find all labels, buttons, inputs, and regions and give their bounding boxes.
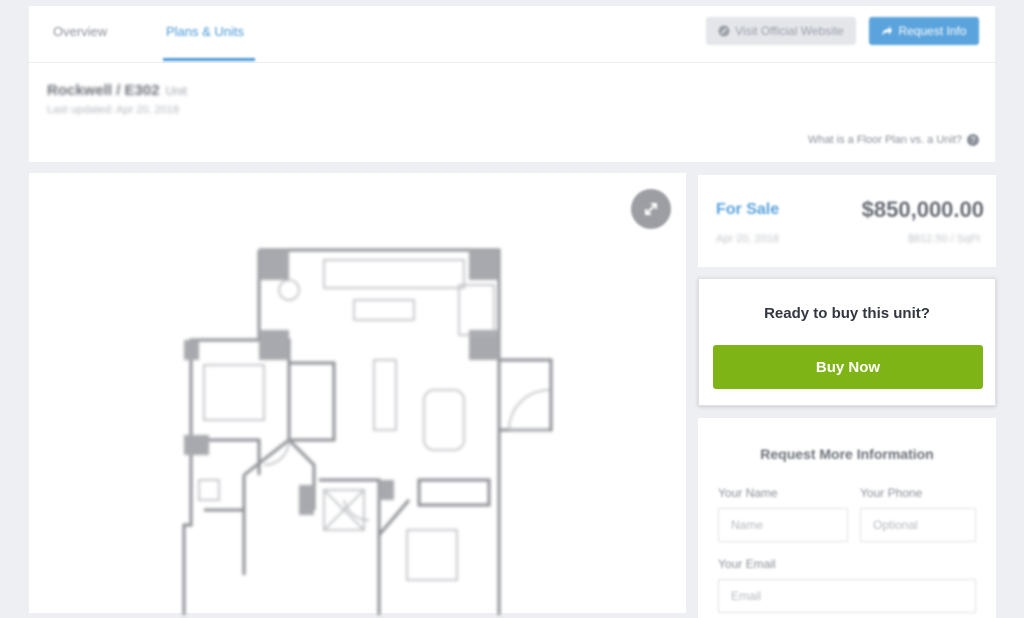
unit-title: Rockwell / E302 Unit xyxy=(47,82,187,99)
name-field[interactable]: Name xyxy=(718,508,848,542)
buy-now-button[interactable]: Buy Now xyxy=(713,345,983,389)
tab-bar: Overview Plans & Units Visit Official We… xyxy=(29,6,995,63)
price-per-sqft: $812.50 / SqFt xyxy=(907,233,980,245)
request-info-card: Request More Information Your Name Your … xyxy=(698,418,996,618)
tab-plans-units[interactable]: Plans & Units xyxy=(166,24,244,39)
request-info-label: Request Info xyxy=(898,24,967,38)
share-arrow-icon xyxy=(882,26,893,35)
unit-title-suffix: Unit xyxy=(165,84,187,98)
email-field[interactable]: Email xyxy=(718,579,976,613)
unit-name: Rockwell / E302 xyxy=(47,82,160,99)
link-icon xyxy=(718,25,730,37)
tab-overview[interactable]: Overview xyxy=(53,24,107,39)
expand-icon xyxy=(645,203,657,215)
visit-website-button[interactable]: Visit Official Website xyxy=(706,17,856,45)
buy-question: Ready to buy this unit? xyxy=(764,305,930,322)
question-icon: ? xyxy=(967,134,979,146)
request-info-button[interactable]: Request Info xyxy=(869,17,979,45)
buy-card: Ready to buy this unit? Buy Now xyxy=(698,278,996,406)
price-card: For Sale $850,000.00 Apr 20, 2018 $812.5… xyxy=(698,175,996,267)
name-label: Your Name xyxy=(718,486,778,500)
unit-price: $850,000.00 xyxy=(861,197,984,222)
email-label: Your Email xyxy=(718,557,776,571)
visit-website-label: Visit Official Website xyxy=(735,24,844,38)
price-date: Apr 20, 2018 xyxy=(716,233,779,245)
last-updated: Last updated: Apr 20, 2018 xyxy=(47,104,180,116)
active-tab-indicator xyxy=(163,58,255,61)
floor-plan-card xyxy=(29,173,686,615)
floor-plan-help-label: What is a Floor Plan vs. a Unit? xyxy=(807,134,962,146)
sale-status: For Sale xyxy=(716,201,780,218)
floor-plan-image xyxy=(182,248,553,615)
phone-label: Your Phone xyxy=(860,486,923,500)
expand-button[interactable] xyxy=(631,189,671,229)
phone-field[interactable]: Optional xyxy=(860,508,976,542)
floor-plan-help-link[interactable]: What is a Floor Plan vs. a Unit? ? xyxy=(808,134,979,146)
unit-header-card: Overview Plans & Units Visit Official We… xyxy=(29,6,995,162)
request-info-title: Request More Information xyxy=(760,446,934,462)
